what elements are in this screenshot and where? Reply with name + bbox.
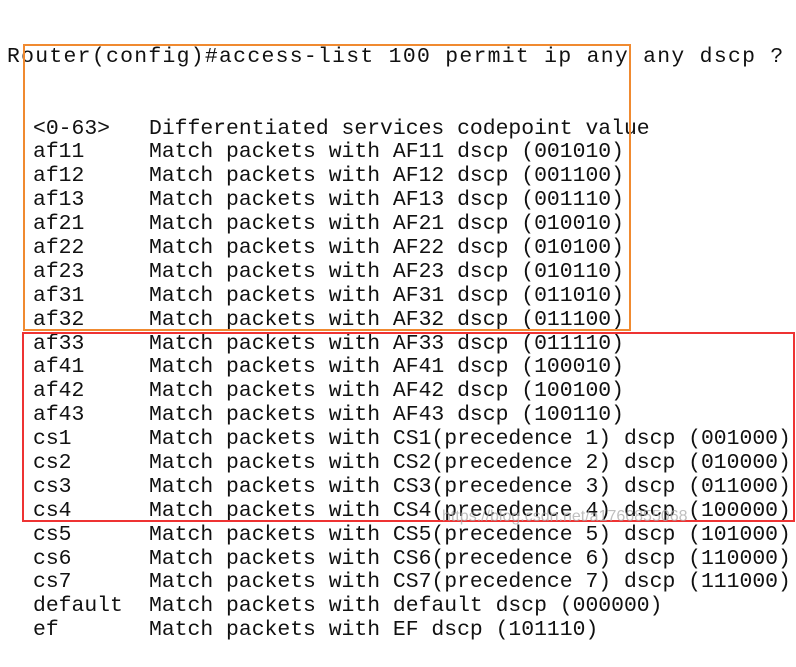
- help-row: default Match packets with default dscp (…: [7, 594, 793, 619]
- help-row: cs5 Match packets with CS5(precedence 5) …: [7, 522, 793, 548]
- af-highlight-box: [23, 44, 631, 331]
- row-keyword: cs6: [33, 546, 72, 571]
- help-row: cs7 Match packets with CS7(precedence 7) …: [7, 570, 793, 595]
- help-row: ef Match packets with EF dscp (101110): [7, 618, 793, 643]
- row-description: Match packets with default dscp (000000): [149, 594, 663, 619]
- row-description: Match packets with CS7(precedence 7) dsc…: [149, 570, 791, 595]
- row-description: Match packets with EF dscp (101110): [149, 618, 599, 643]
- row-description: Match packets with CS6(precedence 6) dsc…: [149, 546, 791, 571]
- row-description: Match packets with CS5(precedence 5) dsc…: [149, 522, 791, 547]
- cs-highlight-box: [22, 332, 795, 522]
- row-keyword: default: [33, 594, 123, 619]
- row-keyword: ef: [33, 618, 59, 643]
- row-keyword: cs5: [33, 522, 72, 547]
- row-keyword: cs7: [33, 570, 72, 595]
- watermark: https://blog.csdn.net/a1766855068: [442, 508, 688, 525]
- help-row: cs6 Match packets with CS6(precedence 6) …: [7, 546, 793, 572]
